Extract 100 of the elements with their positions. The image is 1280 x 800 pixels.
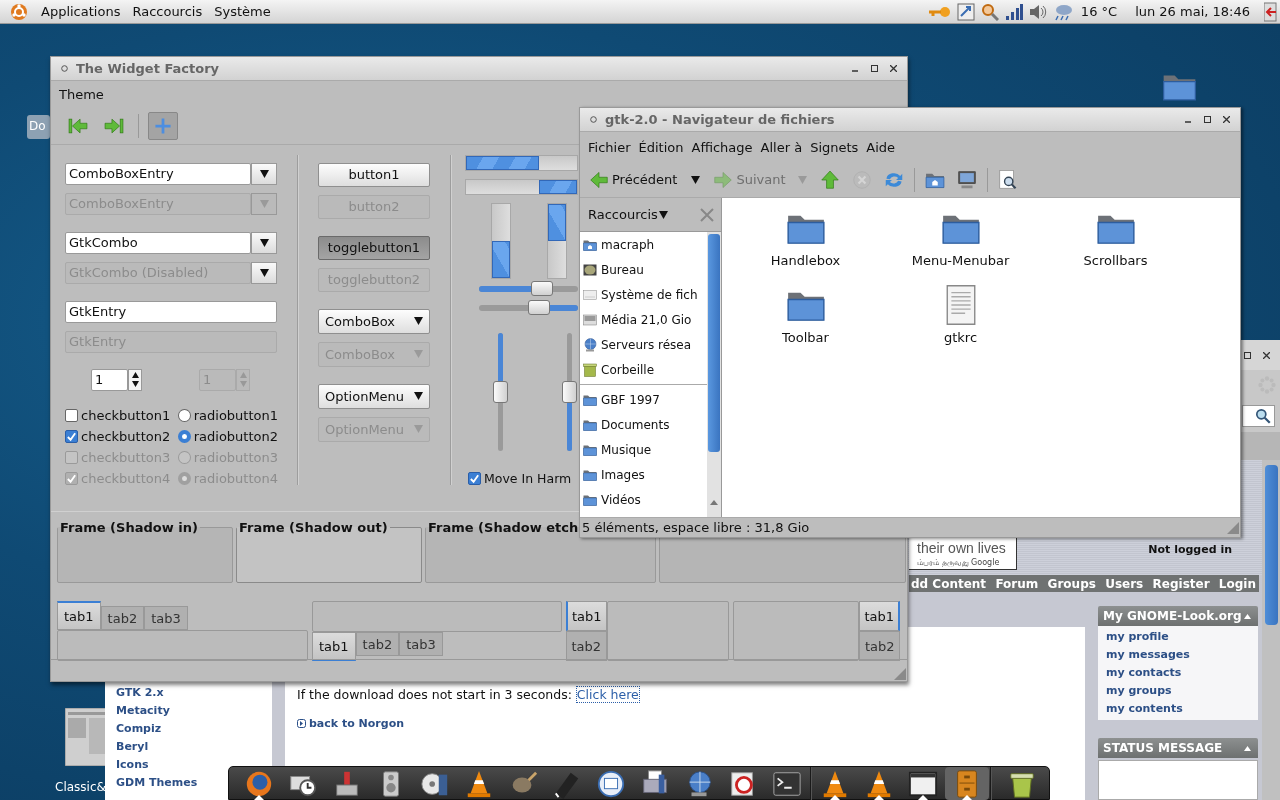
- spin-button[interactable]: [128, 368, 142, 391]
- text-field[interactable]: GtkCombo: [65, 231, 251, 254]
- scrollbar-thumb[interactable]: [1265, 465, 1278, 625]
- tab[interactable]: tab2: [355, 632, 400, 657]
- tab[interactable]: tab1: [566, 601, 607, 632]
- spin-field[interactable]: 1: [91, 368, 128, 391]
- back-link[interactable]: back to Norgon: [297, 717, 405, 730]
- nav-link[interactable]: Groups: [1047, 576, 1096, 591]
- file-name[interactable]: Toolbar: [782, 330, 829, 345]
- box-title: STATUS MESSAGE: [1103, 741, 1223, 755]
- tab[interactable]: tab1: [859, 601, 900, 632]
- bookmark-item[interactable]: Images: [580, 462, 707, 487]
- bookmark-item[interactable]: GBF 1997: [580, 387, 707, 412]
- tab[interactable]: tab1: [312, 632, 356, 662]
- pane-selector[interactable]: Raccourcis: [584, 207, 672, 222]
- nav-link[interactable]: Register: [1152, 576, 1210, 591]
- tab[interactable]: tab3: [399, 632, 443, 657]
- sidebar-link[interactable]: Metacity: [116, 702, 170, 720]
- tab[interactable]: tab2: [100, 606, 145, 631]
- place-item[interactable]: Bureau: [580, 257, 707, 282]
- slider-thumb[interactable]: [562, 380, 577, 403]
- nav-link[interactable]: Login: [1218, 576, 1256, 591]
- radio-button[interactable]: [178, 409, 191, 423]
- collapse-icon: [1244, 745, 1251, 751]
- download-link[interactable]: Click here: [575, 686, 640, 703]
- slider-thumb[interactable]: [528, 300, 551, 316]
- file-name[interactable]: Handlebox: [770, 253, 841, 268]
- scrollbar-thumb[interactable]: [708, 234, 720, 452]
- toolbar-button[interactable]: Précédent: [584, 164, 682, 195]
- volume-icon: [1028, 2, 1047, 21]
- dropdown-button[interactable]: ComboBox: [318, 308, 430, 334]
- button[interactable]: button1: [318, 162, 430, 187]
- sidebar-link[interactable]: GTK 2.x: [116, 684, 164, 702]
- text-field[interactable]: GtkEntry: [65, 300, 277, 323]
- box-link[interactable]: my contents: [1106, 700, 1250, 718]
- place-item[interactable]: Média 21,0 Gio: [580, 307, 707, 332]
- ad-text: their own lives: [917, 539, 1007, 557]
- dropdown-button[interactable]: [251, 231, 277, 254]
- sidebar-link[interactable]: Compiz: [116, 720, 162, 738]
- place-item[interactable]: Corbeille: [580, 357, 707, 382]
- menu-item[interactable]: Signets: [806, 139, 863, 155]
- checkbox[interactable]: [468, 472, 481, 486]
- tab[interactable]: tab2: [859, 631, 900, 662]
- tab[interactable]: tab2: [566, 631, 607, 662]
- search-field[interactable]: [1242, 405, 1275, 427]
- menu-item[interactable]: Applications: [35, 4, 127, 19]
- text-field[interactable]: ComboBoxEntry: [65, 162, 251, 185]
- menu-item[interactable]: Theme: [55, 87, 108, 103]
- nav-link[interactable]: Forum: [995, 576, 1039, 591]
- dropdown-button[interactable]: OptionMenu: [318, 383, 430, 409]
- dock-item[interactable]: [945, 766, 989, 800]
- maximize-icon[interactable]: [871, 64, 878, 72]
- menu-item[interactable]: Système: [208, 4, 277, 19]
- menu-item[interactable]: Affichage: [687, 139, 757, 155]
- nav-link[interactable]: dd Content: [911, 576, 987, 591]
- dropdown-button[interactable]: [251, 261, 277, 284]
- slider-thumb[interactable]: [531, 281, 554, 297]
- bookmark-item[interactable]: Vidéos: [580, 487, 707, 512]
- globe-icon: [582, 336, 598, 353]
- menu-item[interactable]: Raccourcis: [126, 4, 209, 19]
- box-link[interactable]: my contacts: [1106, 664, 1250, 682]
- maximize-icon[interactable]: [1244, 351, 1251, 359]
- box-link[interactable]: my messages: [1106, 646, 1250, 664]
- menu-item[interactable]: Fichier: [584, 139, 635, 155]
- maximize-icon[interactable]: [1204, 116, 1211, 123]
- menu-item[interactable]: Édition: [634, 139, 688, 155]
- desktop-icon-label[interactable]: Classic&: [55, 780, 106, 794]
- radio-label: radiobutton2: [193, 429, 278, 445]
- checkbox[interactable]: [65, 430, 78, 444]
- search-icon[interactable]: [1254, 407, 1272, 425]
- file-name[interactable]: Menu-Menubar: [911, 253, 1010, 268]
- slider-thumb[interactable]: [493, 380, 508, 403]
- close-icon[interactable]: [1263, 351, 1270, 359]
- sidebar-link[interactable]: Beryl: [116, 738, 149, 756]
- nav-link[interactable]: Users: [1105, 576, 1144, 591]
- bookmark-item[interactable]: Musique: [580, 437, 707, 462]
- box-link[interactable]: my profile: [1106, 628, 1250, 646]
- place-item[interactable]: macraph: [580, 232, 707, 257]
- clock[interactable]: lun 26 mai, 18:46: [1135, 4, 1250, 19]
- sidebar-link[interactable]: Icons: [116, 756, 149, 774]
- dropdown-button[interactable]: [251, 162, 277, 185]
- close-icon[interactable]: [890, 64, 897, 72]
- place-item[interactable]: Système de fich: [580, 282, 707, 307]
- toggle-button[interactable]: togglebutton1: [318, 235, 430, 260]
- radio-button[interactable]: [178, 430, 191, 444]
- place-item[interactable]: Serveurs résea: [580, 332, 707, 357]
- menu-item[interactable]: Aide: [862, 139, 900, 155]
- bookmark-item[interactable]: Documents: [580, 412, 707, 437]
- tab[interactable]: tab3: [144, 606, 188, 631]
- close-icon[interactable]: [1223, 116, 1230, 123]
- file-name[interactable]: gtkrc: [943, 330, 978, 345]
- menu-item[interactable]: Aller à: [756, 139, 807, 155]
- temperature: 16 °C: [1080, 4, 1118, 19]
- checkbox[interactable]: [65, 409, 78, 423]
- signal-icon: [1004, 2, 1023, 21]
- tab[interactable]: tab1: [57, 601, 101, 631]
- file-name[interactable]: Scrollbars: [1083, 253, 1148, 268]
- sidebar-link[interactable]: GDM Themes: [116, 774, 198, 792]
- caret-icon: [259, 169, 269, 178]
- box-link[interactable]: my groups: [1106, 682, 1250, 700]
